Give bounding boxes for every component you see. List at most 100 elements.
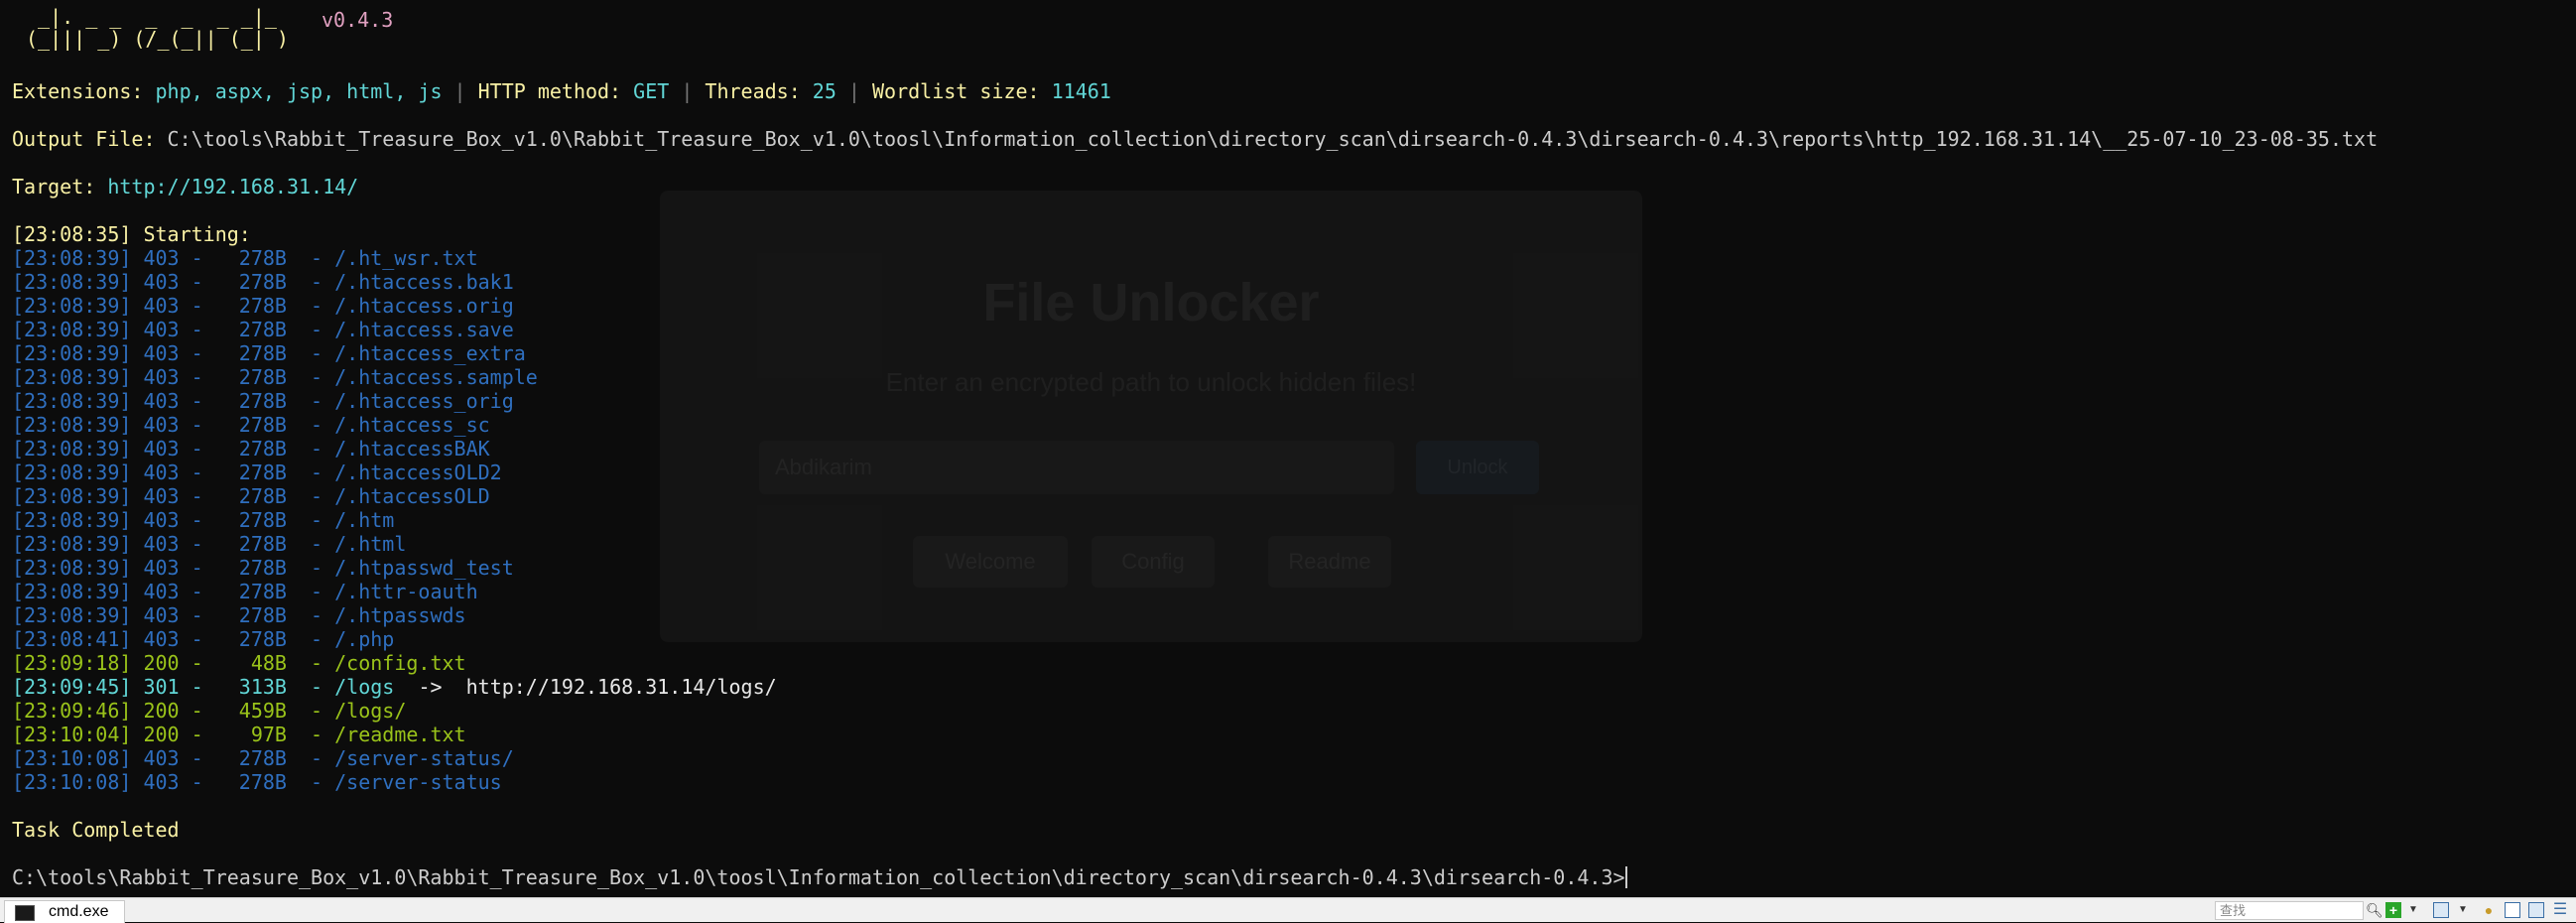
search-icon[interactable]: 🔍︎	[2366, 902, 2383, 918]
dropdown-icon[interactable]: ▼	[2405, 902, 2421, 918]
result-path: /.htaccessOLD2	[334, 461, 502, 484]
result-size: 278B	[214, 341, 287, 365]
taskbar-item-label: cmd.exe	[49, 903, 109, 920]
result-path: /.html	[334, 532, 407, 556]
method-value: GET	[633, 79, 670, 103]
text-cursor	[1624, 866, 1627, 888]
taskbar-item-cmd[interactable]: cmd.exe	[4, 900, 125, 923]
result-time: [23:08:41]	[12, 627, 132, 651]
result-row: [23:08:39] 403 - 278B - /.htaccess_sc	[12, 413, 490, 437]
result-row: [23:10:04] 200 - 97B - /readme.txt	[12, 723, 466, 746]
result-size: 97B	[214, 723, 287, 746]
result-row: [23:08:39] 403 - 278B - /.htaccess_orig	[12, 389, 514, 413]
wordlist-label: Wordlist size:	[872, 79, 1052, 103]
result-size: 278B	[214, 556, 287, 580]
result-status-code: 403	[143, 484, 180, 508]
menu-icon[interactable]: ☰	[2552, 902, 2568, 918]
result-row: [23:08:39] 403 - 278B - /.htaccessOLD	[12, 484, 490, 508]
result-row: [23:09:18] 200 - 48B - /config.txt	[12, 651, 466, 675]
panel-icon[interactable]	[2505, 902, 2520, 918]
result-size: 278B	[214, 389, 287, 413]
result-path: /logs/	[334, 699, 407, 723]
command-prompt-line[interactable]: C:\tools\Rabbit_Treasure_Box_v1.0\Rabbit…	[12, 865, 1627, 889]
terminal-window[interactable]: File Unlocker Enter an encrypted path to…	[0, 0, 2576, 897]
result-time: [23:08:39]	[12, 365, 132, 389]
result-row: [23:08:39] 403 - 278B - /.htaccess.save	[12, 318, 514, 341]
result-size: 278B	[214, 246, 287, 270]
result-row: [23:08:39] 403 - 278B - /.httr-oauth	[12, 580, 478, 603]
result-path: /readme.txt	[334, 723, 466, 746]
result-size: 278B	[214, 437, 287, 461]
threads-label: Threads:	[705, 79, 813, 103]
result-status-code: 403	[143, 294, 180, 318]
panel-icon[interactable]	[2528, 902, 2544, 918]
result-path: /.htaccessOLD	[334, 484, 490, 508]
result-size: 278B	[214, 580, 287, 603]
result-path: /.ht_wsr.txt	[334, 246, 478, 270]
lock-icon[interactable]: ●	[2481, 902, 2497, 918]
separator: |	[442, 79, 478, 103]
result-path: /.htaccess.bak1	[334, 270, 514, 294]
output-file-path: C:\tools\Rabbit_Treasure_Box_v1.0\Rabbit…	[167, 127, 2379, 151]
result-path: /.htpasswd_test	[334, 556, 514, 580]
result-status-code: 403	[143, 246, 180, 270]
wordlist-value: 11461	[1051, 79, 1111, 103]
add-icon[interactable]: +	[2385, 902, 2401, 918]
result-time: [23:10:04]	[12, 723, 132, 746]
result-time: [23:08:39]	[12, 413, 132, 437]
result-status-code: 403	[143, 461, 180, 484]
result-size: 278B	[214, 627, 287, 651]
result-size: 278B	[214, 461, 287, 484]
target-label: Target:	[12, 175, 108, 198]
result-size: 278B	[214, 413, 287, 437]
result-status-code: 200	[143, 651, 180, 675]
dropdown-icon[interactable]: ▼	[2455, 902, 2471, 918]
result-row: [23:09:45] 301 - 313B - /logs -> http://…	[12, 675, 777, 699]
result-time: [23:08:39]	[12, 318, 132, 341]
result-status-code: 403	[143, 603, 180, 627]
result-status-code: 200	[143, 723, 180, 746]
result-time: [23:08:39]	[12, 508, 132, 532]
result-status-code: 403	[143, 532, 180, 556]
result-status-code: 403	[143, 389, 180, 413]
result-size: 278B	[214, 770, 287, 794]
taskbar: cmd.exe 查找 🔍︎ + ▼ ▼ ● ☰	[0, 897, 2576, 923]
background-app-tab-config: Config	[1092, 536, 1215, 588]
window-icon[interactable]	[2433, 902, 2449, 918]
result-row: [23:08:39] 403 - 278B - /.htpasswd_test	[12, 556, 514, 580]
result-time: [23:08:39]	[12, 461, 132, 484]
result-row: [23:09:46] 200 - 459B - /logs/	[12, 699, 407, 723]
taskbar-search-input[interactable]: 查找	[2215, 901, 2364, 920]
result-time: [23:08:39]	[12, 270, 132, 294]
result-size: 278B	[214, 318, 287, 341]
result-status-code: 403	[143, 508, 180, 532]
result-size: 278B	[214, 603, 287, 627]
result-status-code: 403	[143, 341, 180, 365]
target-url: http://192.168.31.14/	[107, 175, 359, 198]
result-path: /.htaccess.sample	[334, 365, 538, 389]
result-time: [23:08:39]	[12, 294, 132, 318]
result-time: [23:09:45]	[12, 675, 132, 699]
result-row: [23:10:08] 403 - 278B - /server-status	[12, 770, 502, 794]
extensions-label: Extensions:	[12, 79, 156, 103]
extensions-value: php, aspx, jsp, html, js	[155, 79, 443, 103]
result-path: /.htaccess_extra	[334, 341, 526, 365]
result-size: 278B	[214, 532, 287, 556]
result-path: /.htpasswds	[334, 603, 466, 627]
result-time: [23:10:08]	[12, 746, 132, 770]
result-row: [23:10:08] 403 - 278B - /server-status/	[12, 746, 514, 770]
cmd-icon	[15, 905, 35, 921]
result-time: [23:08:39]	[12, 532, 132, 556]
result-status-code: 403	[143, 770, 180, 794]
background-app-title: File Unlocker	[982, 273, 1320, 332]
result-time: [23:08:39]	[12, 556, 132, 580]
result-redirect: -> http://192.168.31.14/logs/	[394, 675, 777, 699]
background-app-input: Abdikarim	[775, 455, 872, 479]
background-app-tab-welcome: Welcome	[913, 536, 1068, 588]
version-label: v0.4.3	[322, 8, 394, 32]
result-path: /.htaccess_sc	[334, 413, 490, 437]
result-size: 278B	[214, 508, 287, 532]
logo-line-2: (_||| _) (/_(_|| (_| )	[26, 27, 289, 51]
result-time: [23:08:39]	[12, 246, 132, 270]
result-size: 278B	[214, 270, 287, 294]
